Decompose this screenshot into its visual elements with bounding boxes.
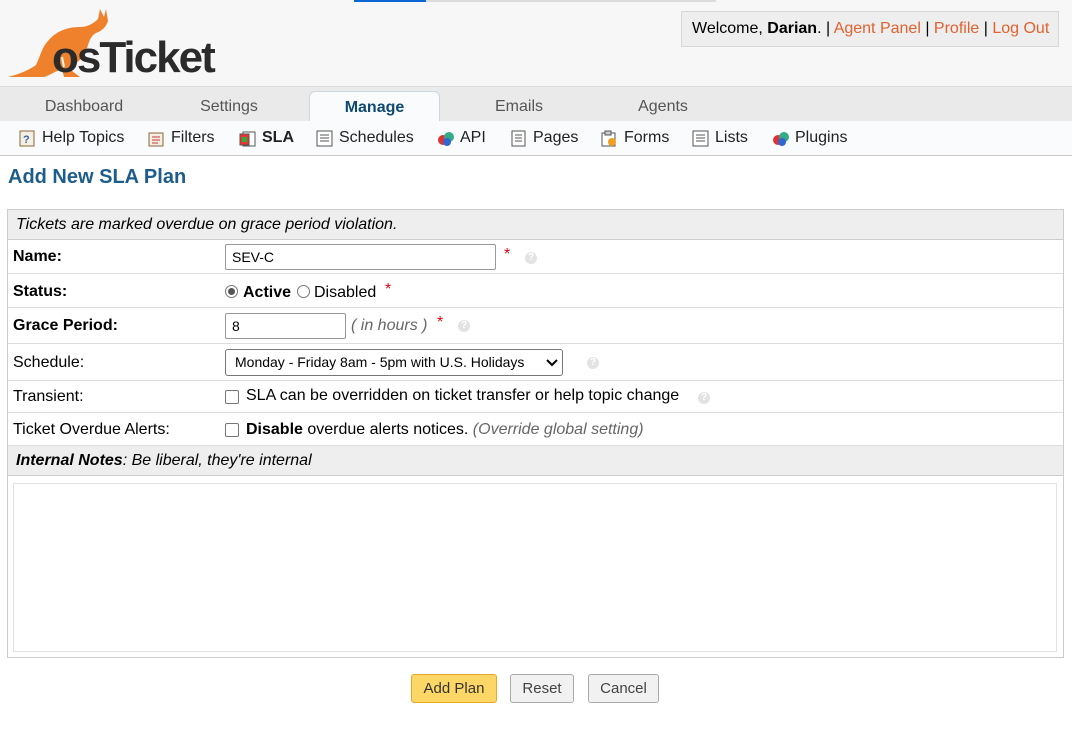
forms-icon <box>601 130 616 147</box>
logo-text: osTicket <box>52 33 216 82</box>
internal-notes-hint: : Be liberal, they're internal <box>122 452 312 469</box>
form-notice: Tickets are marked overdue on grace peri… <box>8 210 1063 240</box>
subnav-label: API <box>460 129 486 146</box>
internal-notes-label: Internal Notes <box>16 452 123 469</box>
svg-text:?: ? <box>23 134 30 146</box>
overdue-alerts-text: Disable overdue alerts notices. (Overrid… <box>246 421 644 439</box>
required-marker: * <box>385 281 392 298</box>
main-nav: Dashboard Settings Manage Emails Agents <box>0 86 1072 122</box>
tab-agents[interactable]: Agents <box>604 91 722 122</box>
lists-icon <box>692 130 709 147</box>
welcome-prefix: Welcome, <box>692 20 768 37</box>
subnav-label: Plugins <box>795 129 848 146</box>
overdue-note: (Override global setting) <box>472 421 644 438</box>
name-input[interactable] <box>225 244 496 270</box>
help-icon[interactable]: ? <box>587 357 599 369</box>
row-status: Status: Active Disabled * <box>8 274 1063 308</box>
tab-manage[interactable]: Manage <box>309 91 440 122</box>
agent-panel-link[interactable]: Agent Panel <box>834 20 921 37</box>
help-icon[interactable]: ? <box>458 320 470 332</box>
link-separator: | <box>979 20 993 37</box>
name-label: Name: <box>13 248 62 265</box>
help-icon[interactable]: ? <box>525 252 537 264</box>
schedule-select[interactable]: Monday - Friday 8am - 5pm with U.S. Holi… <box>225 349 563 376</box>
transient-text: SLA can be overridden on ticket transfer… <box>246 387 680 404</box>
status-disabled-label[interactable]: Disabled <box>314 284 376 302</box>
schedule-selected: Monday - Friday 8am - 5pm with U.S. Holi… <box>235 354 525 370</box>
row-transient: Transient: SLA can be overridden on tick… <box>8 381 1063 413</box>
grace-period-input[interactable] <box>225 313 346 339</box>
overdue-alerts-label: Ticket Overdue Alerts: <box>13 421 170 438</box>
osticket-logo[interactable]: osTicket <box>6 5 236 83</box>
user-name: Darian <box>767 20 818 37</box>
internal-notes-textarea[interactable] <box>13 483 1057 652</box>
schedules-icon <box>316 130 333 147</box>
page-title: Add New SLA Plan <box>8 166 187 188</box>
status-disabled-radio[interactable] <box>297 285 310 298</box>
sla-icon <box>239 131 256 147</box>
welcome-suffix: . | <box>817 20 834 37</box>
loading-bar <box>354 0 426 2</box>
user-welcome-box: Welcome, Darian. | Agent Panel | Profile… <box>681 11 1059 47</box>
overdue-disable-word: Disable <box>246 421 303 438</box>
tab-settings[interactable]: Settings <box>168 91 290 122</box>
subnav-label: Filters <box>171 129 215 146</box>
status-active-label[interactable]: Active <box>243 284 291 302</box>
api-icon <box>438 132 454 146</box>
subnav-label: Help Topics <box>42 129 125 146</box>
profile-link[interactable]: Profile <box>934 20 979 37</box>
row-grace-period: Grace Period: ( in hours ) * ? <box>8 308 1063 344</box>
subnav-label: SLA <box>262 129 294 146</box>
subnav-label: Lists <box>715 129 748 146</box>
add-plan-button[interactable]: Add Plan <box>411 674 497 703</box>
subnav-label: Pages <box>533 129 579 146</box>
transient-checkbox[interactable] <box>225 390 239 404</box>
required-marker: * <box>437 314 444 331</box>
subnav-label: Forms <box>624 129 670 146</box>
loading-bar-track <box>426 0 716 2</box>
help-topics-icon: ? <box>19 130 35 147</box>
link-separator: | <box>920 20 934 37</box>
overdue-text: overdue alerts notices. <box>302 421 469 438</box>
grace-period-label: Grace Period: <box>13 317 118 334</box>
schedule-label: Schedule: <box>13 354 85 371</box>
reset-button[interactable]: Reset <box>510 674 574 703</box>
pages-icon <box>511 130 526 147</box>
logout-link[interactable]: Log Out <box>992 20 1049 37</box>
plugins-icon <box>773 132 789 146</box>
filters-icon <box>148 132 164 147</box>
sub-nav: ? Help Topics Filters SLA Schedules API … <box>0 121 1072 156</box>
transient-label: Transient: <box>13 388 84 405</box>
subnav-label: Schedules <box>339 129 414 146</box>
internal-notes-header: Internal Notes: Be liberal, they're inte… <box>8 446 1063 476</box>
grace-period-unit: ( in hours ) <box>351 317 428 334</box>
status-active-radio[interactable] <box>225 285 238 298</box>
row-schedule: Schedule: Monday - Friday 8am - 5pm with… <box>8 344 1063 381</box>
required-marker: * <box>504 246 511 263</box>
tab-emails[interactable]: Emails <box>460 91 578 122</box>
tab-dashboard[interactable]: Dashboard <box>0 91 168 122</box>
help-icon[interactable]: ? <box>698 392 710 404</box>
cancel-button[interactable]: Cancel <box>588 674 659 703</box>
chevron-down-icon <box>546 359 558 367</box>
sla-form: Tickets are marked overdue on grace peri… <box>7 209 1064 658</box>
row-overdue-alerts: Ticket Overdue Alerts: Disable overdue a… <box>8 413 1063 446</box>
status-label: Status: <box>13 283 68 300</box>
overdue-alerts-checkbox[interactable] <box>225 423 239 437</box>
row-name: Name: * ? <box>8 240 1063 274</box>
